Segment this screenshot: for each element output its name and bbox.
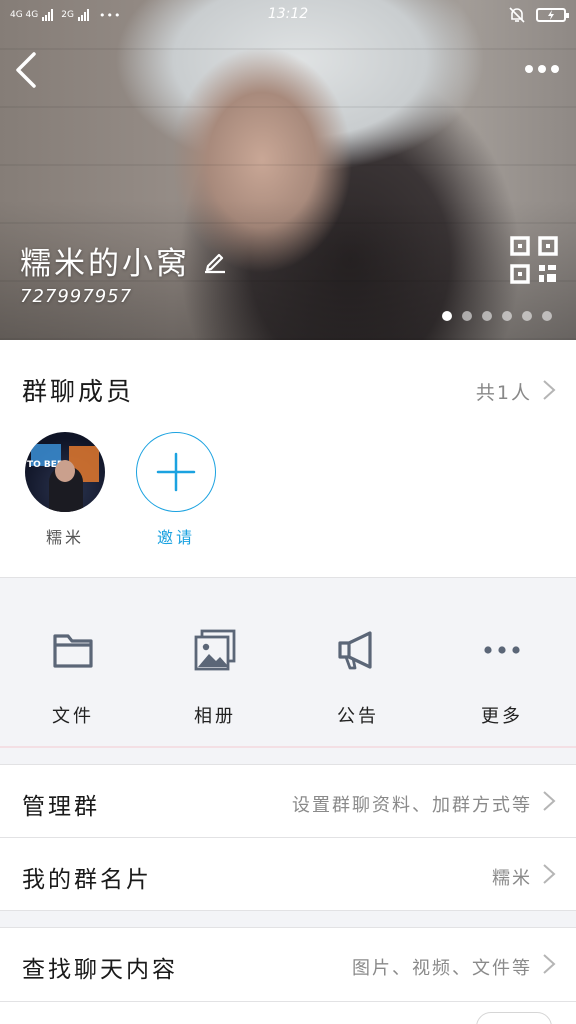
feature-files[interactable]: 文件 — [13, 628, 133, 728]
row-my-group-card[interactable]: 我的群名片 糯米 — [0, 838, 576, 910]
more-dot-icon — [551, 65, 559, 73]
row-label: 管理群 — [22, 794, 100, 820]
feature-label: 更多 — [481, 706, 523, 727]
chevron-right-icon — [543, 864, 556, 884]
carousel-indicator — [442, 311, 552, 321]
feature-more[interactable]: 更多 — [442, 628, 562, 728]
member-item[interactable]: TO BED 糯米 — [25, 432, 105, 548]
status-time: 13:12 — [267, 6, 309, 22]
invite-button[interactable]: 邀请 — [136, 432, 216, 548]
edit-pencil-icon[interactable] — [202, 248, 228, 274]
row-search-chat[interactable]: 查找聊天内容 图片、视频、文件等 — [0, 928, 576, 1000]
members-count: 共1人 — [475, 382, 532, 404]
group-id: 727997957 — [20, 286, 133, 307]
more-dot-icon — [525, 65, 533, 73]
members-header[interactable]: 群聊成员 共1人 — [0, 340, 576, 436]
qr-code-icon[interactable] — [510, 236, 558, 284]
member-name: 糯米 — [45, 528, 84, 547]
status-bar: 4G 4G 2G ••• 13:12 — [0, 0, 576, 30]
invite-circle — [136, 432, 216, 512]
feature-grid: 文件 相册 公告 更多 — [0, 578, 576, 748]
group-name: 糯米的小窝 — [20, 246, 190, 282]
feature-label: 公告 — [337, 706, 379, 727]
back-arrow-icon — [16, 52, 36, 88]
more-dot-icon — [538, 65, 546, 73]
feature-label: 相册 — [194, 706, 236, 727]
feature-announcement[interactable]: 公告 — [298, 628, 418, 728]
row-label: 我的群名片 — [22, 867, 152, 893]
row-manage-group[interactable]: 管理群 设置群聊资料、加群方式等 — [0, 765, 576, 837]
carousel-dot — [462, 311, 472, 321]
more-dots-icon — [484, 646, 520, 654]
members-section: 群聊成员 共1人 TO BED 糯米 邀请 — [0, 340, 576, 578]
plus-icon — [156, 452, 196, 492]
carousel-dot — [502, 311, 512, 321]
carousel-dot — [482, 311, 492, 321]
group-name-block: 糯米的小窝 — [20, 238, 228, 283]
carousel-dot — [442, 311, 452, 321]
chevron-right-icon — [543, 791, 556, 811]
row-value: 图片、视频、文件等 — [352, 958, 532, 979]
battery-charging-icon — [536, 8, 569, 22]
avatar: TO BED — [25, 432, 105, 512]
status-right — [508, 6, 569, 24]
megaphone-icon — [338, 631, 372, 670]
chevron-right-icon — [543, 954, 556, 974]
carousel-dot — [522, 311, 532, 321]
row-value: 糯米 — [492, 868, 532, 889]
more-options-button[interactable] — [522, 58, 562, 80]
album-icon — [194, 629, 236, 671]
section-gap — [0, 748, 576, 764]
folder-icon — [53, 634, 93, 668]
back-button[interactable] — [12, 50, 42, 90]
feature-album[interactable]: 相册 — [155, 628, 275, 728]
feature-label: 文件 — [52, 706, 94, 727]
row-value: 设置群聊资料、加群方式等 — [292, 795, 532, 816]
invite-label: 邀请 — [156, 528, 195, 547]
carousel-dot — [542, 311, 552, 321]
toggle-switch[interactable] — [476, 1012, 552, 1024]
members-title: 群聊成员 — [22, 377, 135, 406]
mute-bell-icon — [509, 7, 525, 23]
row-label: 查找聊天内容 — [22, 957, 178, 983]
chevron-right-icon — [543, 380, 556, 400]
section-gap — [0, 911, 576, 927]
